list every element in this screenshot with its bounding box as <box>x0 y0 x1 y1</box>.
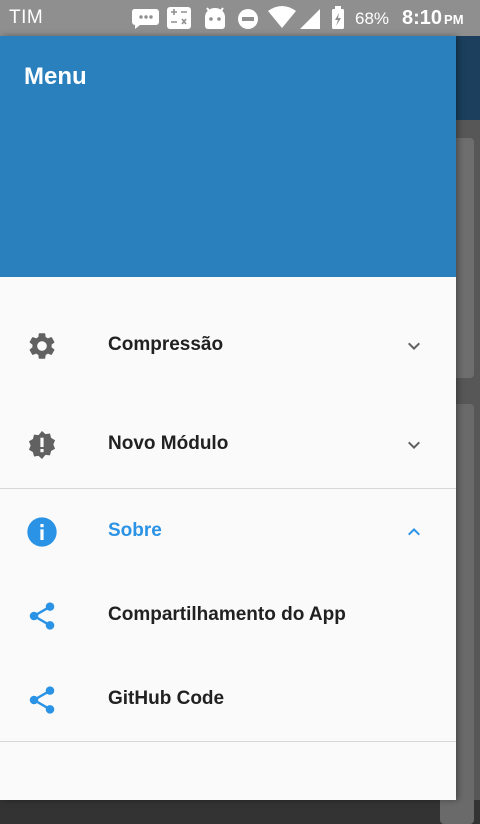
drawer-header: Menu <box>0 36 456 277</box>
info-icon <box>27 517 57 547</box>
navigation-drawer: Menu Compressão Novo Módulo Sobre Compar… <box>0 36 456 800</box>
share-icon <box>29 602 55 630</box>
carrier-name: TIM <box>9 7 44 28</box>
menu-item-label: Novo Módulo <box>108 433 229 454</box>
menu-item-label: Compressão <box>108 334 224 355</box>
menu-item-label: GitHub Code <box>108 688 225 709</box>
do-not-disturb-icon <box>238 9 258 29</box>
menu-item-github-code[interactable]: GitHub Code <box>0 670 456 730</box>
wifi-icon <box>268 6 296 28</box>
battery-percent: 68% <box>355 9 390 28</box>
clock-ampm: PM <box>444 12 464 27</box>
clock-time: 8:10 <box>402 7 443 29</box>
chevron-up-icon[interactable] <box>402 520 426 544</box>
status-bar: TIM 68% 8:10 PM <box>0 0 480 36</box>
battery-icon <box>332 6 344 29</box>
status-icons <box>131 6 344 29</box>
android-icon <box>205 7 225 29</box>
clock: 8:10 PM <box>402 7 464 30</box>
drawer-title: Menu <box>24 63 87 90</box>
chevron-down-icon[interactable] <box>402 433 426 457</box>
divider <box>0 741 456 742</box>
calculator-icon <box>167 7 191 29</box>
divider <box>0 488 456 489</box>
chevron-down-icon[interactable] <box>402 334 426 358</box>
gear-icon <box>29 333 55 359</box>
menu-item-novo-modulo[interactable]: Novo Módulo <box>0 415 456 475</box>
menu-item-label: Compartilhamento do App <box>108 604 346 625</box>
message-icon <box>131 9 159 29</box>
share-icon <box>29 686 55 714</box>
menu-item-compartilhamento[interactable]: Compartilhamento do App <box>0 586 456 646</box>
signal-icon <box>300 9 320 29</box>
menu-item-compressao[interactable]: Compressão <box>0 316 456 376</box>
menu-item-label: Sobre <box>108 520 162 541</box>
alert-badge-icon <box>28 431 56 459</box>
menu-item-sobre[interactable]: Sobre <box>0 502 456 562</box>
